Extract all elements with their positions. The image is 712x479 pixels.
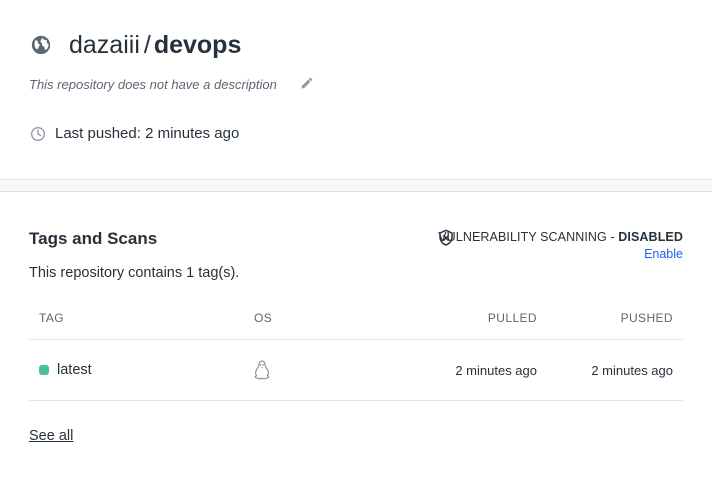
- vulnerability-scanning-status: VULNERABILITY SCANNING - DISABLED: [438, 229, 683, 246]
- see-all-link[interactable]: See all: [29, 426, 73, 446]
- vulnerability-scanning-state: DISABLED: [618, 230, 683, 244]
- tag-status-dot: [39, 365, 49, 375]
- table-row-divider: [29, 400, 683, 401]
- repo-header: dazaiii / devops This repository does not …: [0, 0, 712, 180]
- table-header-divider: [29, 339, 683, 340]
- tag-count-text: This repository contains 1 tag(s).: [29, 265, 240, 281]
- tag-pushed-time: 2 minutes ago: [591, 363, 673, 378]
- repo-name: devops: [153, 31, 242, 59]
- last-pushed-text: Last pushed: 2 minutes ago: [55, 125, 240, 142]
- linux-icon: [254, 360, 270, 380]
- repo-description: This repository does not have a descript…: [29, 77, 277, 92]
- column-header-pushed: PUSHED: [620, 311, 673, 325]
- repo-title-separator: /: [143, 31, 151, 59]
- repo-owner[interactable]: dazaiii: [69, 31, 140, 59]
- column-header-pulled: PULLED: [487, 311, 537, 325]
- edit-pencil-icon[interactable]: [300, 76, 314, 90]
- column-header-tag: TAG: [39, 311, 64, 325]
- column-header-os: OS: [254, 311, 273, 325]
- tag-name-link[interactable]: latest: [57, 361, 92, 379]
- repo-title: dazaiii / devops: [69, 28, 241, 62]
- vulnerability-scanning-label: VULNERABILITY SCANNING -: [438, 230, 619, 244]
- tag-pulled-time: 2 minutes ago: [455, 363, 537, 378]
- tags-section-title: Tags and Scans: [29, 229, 158, 248]
- clock-icon: [31, 127, 45, 141]
- enable-scanning-link[interactable]: Enable: [644, 246, 683, 263]
- section-divider: [0, 179, 712, 192]
- public-globe-icon: [31, 35, 51, 55]
